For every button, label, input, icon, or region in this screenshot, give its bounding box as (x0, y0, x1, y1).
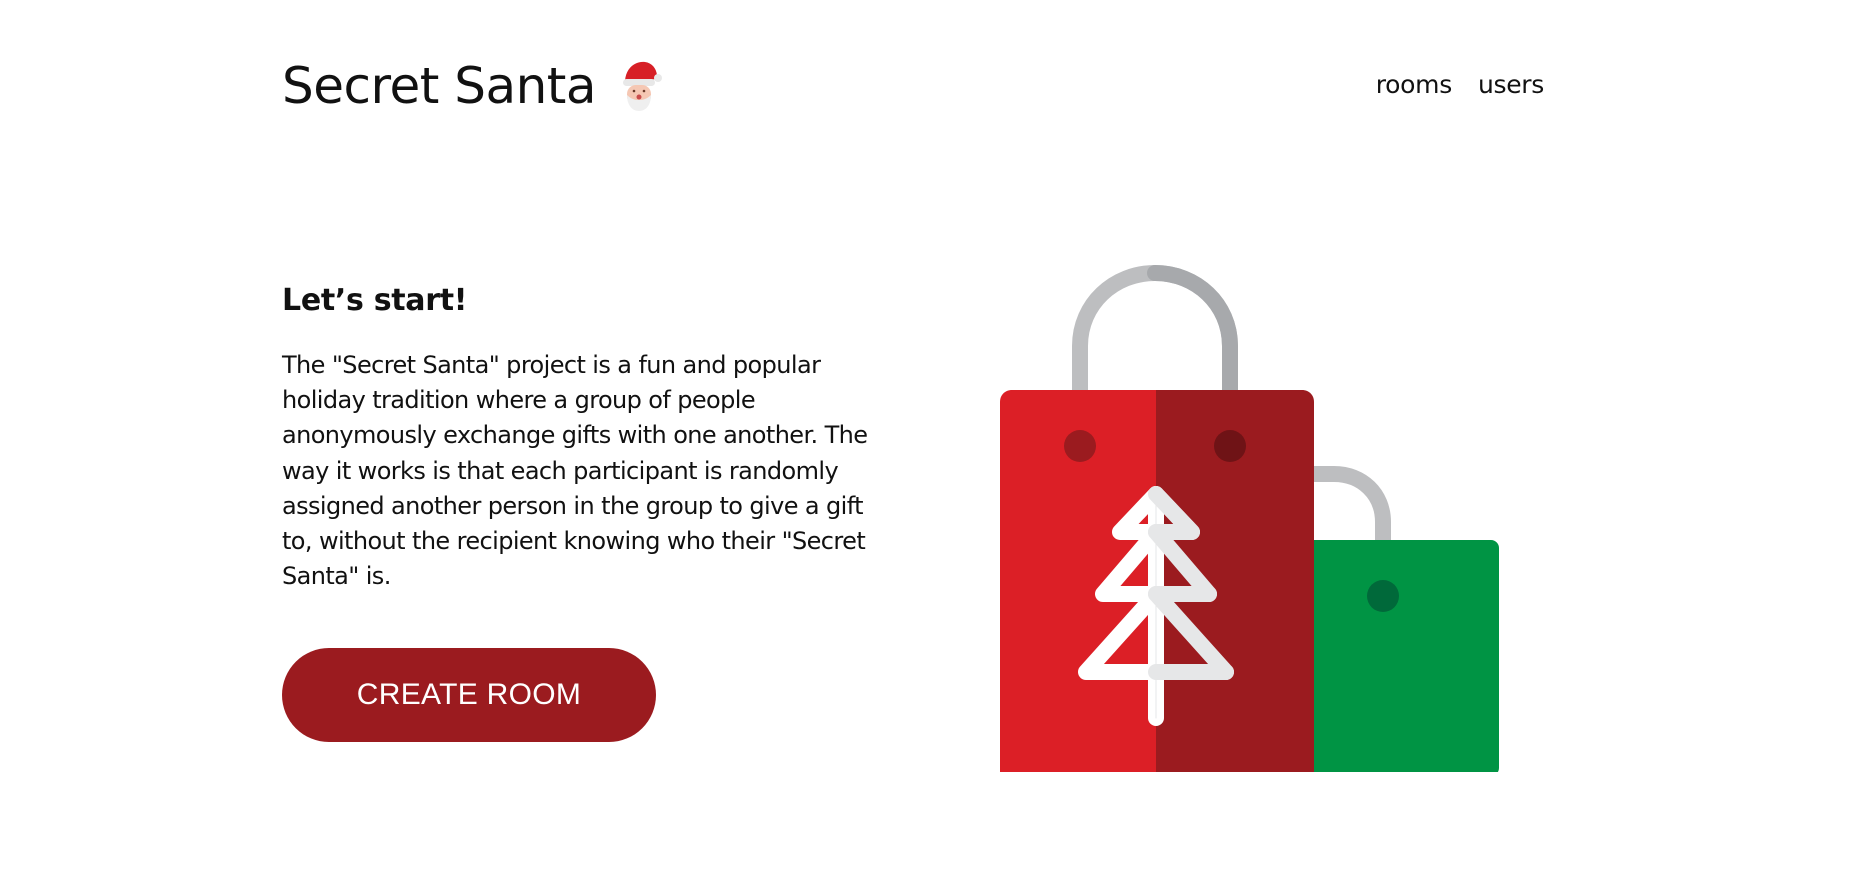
intro-section: Let’s start! The "Secret Santa" project … (282, 280, 882, 594)
shopping-bags-icon (990, 262, 1510, 776)
page: Secret Santa rooms users Let’s start! Th… (0, 0, 1864, 895)
intro-heading: Let’s start! (282, 283, 468, 318)
santa-face-icon (618, 59, 663, 113)
site-header: Secret Santa rooms users (282, 54, 1544, 118)
brand[interactable]: Secret Santa (282, 54, 663, 118)
nav-link-rooms[interactable]: rooms (1376, 70, 1453, 100)
site-title: Secret Santa (282, 57, 597, 115)
create-room-button[interactable]: CREATE ROOM (282, 648, 656, 742)
main-nav: rooms users (1376, 70, 1545, 100)
intro-description: The "Secret Santa" project is a fun and … (282, 351, 868, 591)
nav-link-users[interactable]: users (1478, 70, 1544, 100)
